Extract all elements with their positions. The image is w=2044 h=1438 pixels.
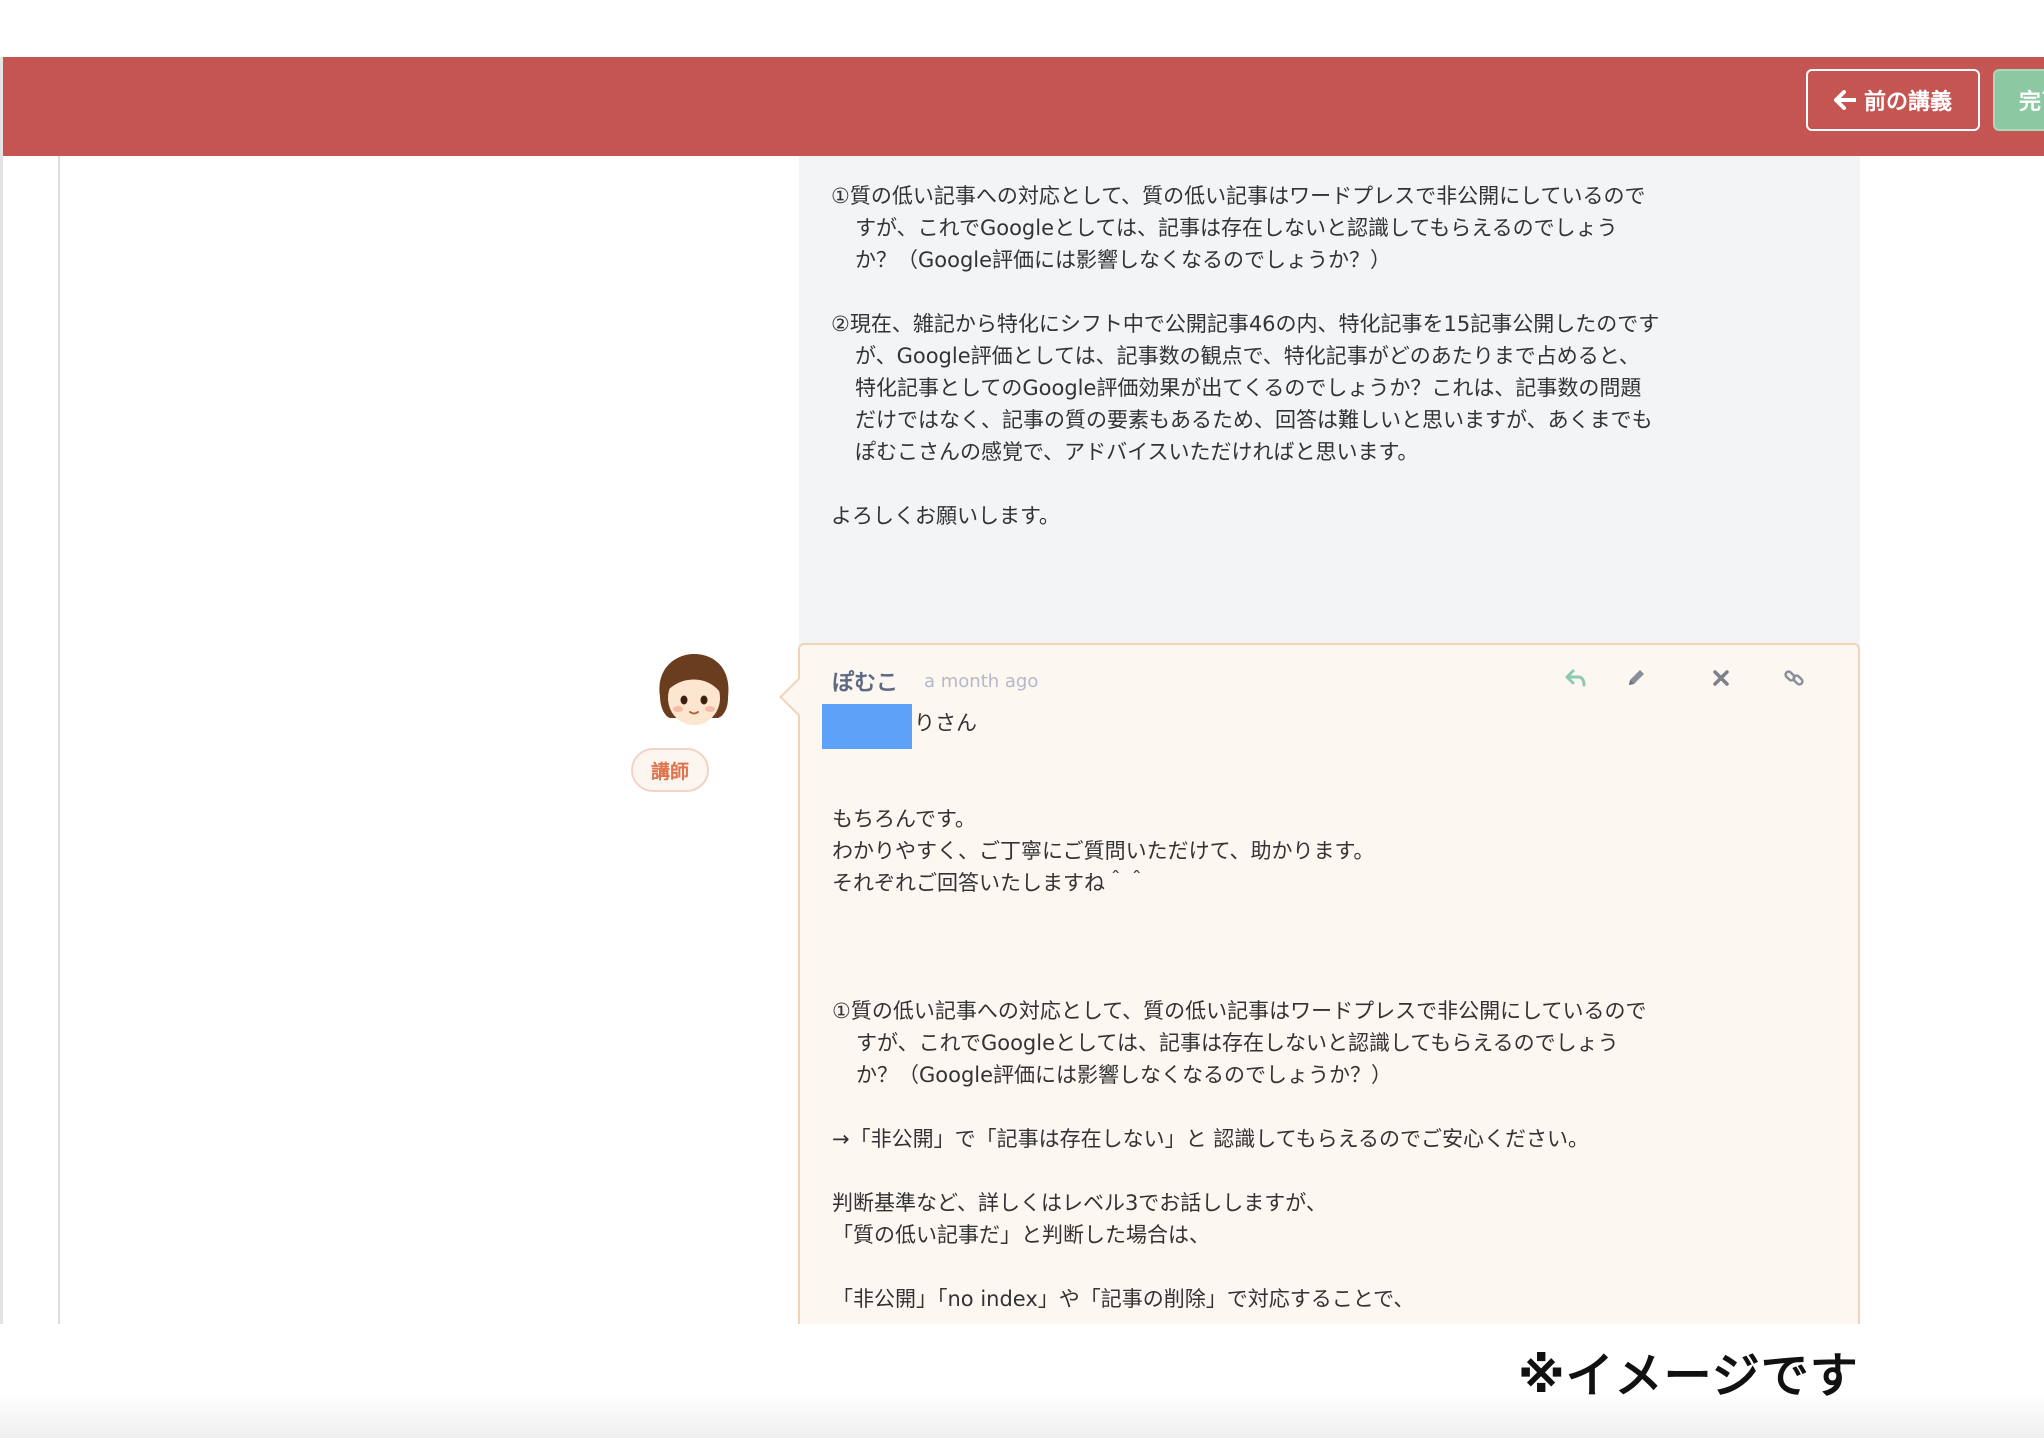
reply-comment-card: ぽむこ a month ago りさん もちろんです。わかりやすく、ご丁寧にご質… <box>779 643 1860 1324</box>
previous-comment-line: ②現在、雑記から特化にシフト中で公開記事46の内、特化記事を15記事公開したので… <box>831 312 1660 336</box>
instructor-badge: 講師 <box>631 748 709 792</box>
previous-comment-line: よろしくお願いします。 <box>831 504 1060 528</box>
reply-comment-line: もちろんです。 <box>832 807 976 831</box>
reply-icon[interactable] <box>1560 663 1590 693</box>
reply-comment-line <box>832 931 1812 963</box>
reply-comment-line <box>832 1091 1812 1123</box>
close-icon[interactable] <box>1706 663 1736 693</box>
top-navigation-bar: 前の講義 完了 <box>0 57 2044 156</box>
comment-timestamp: a month ago <box>924 671 1039 692</box>
previous-comment-line <box>831 156 1811 180</box>
reply-comment-line: わかりやすく、ご丁寧にご質問いただけて、助かります。 <box>832 839 1375 863</box>
previous-lecture-label: 前の講義 <box>1863 89 1952 114</box>
redacted-name <box>822 704 912 749</box>
previous-comment-line: すが、これでGoogleとしては、記事は存在しないと認識してもらえるのでしょう <box>855 216 1618 240</box>
previous-comment-line: 特化記事としてのGoogle評価効果が出てくるのでしょうか？これは、記事数の問題 <box>855 376 1642 400</box>
reply-comment-line <box>832 1251 1812 1283</box>
reply-comment-line: すが、これでGoogleとしては、記事は存在しないと認識してもらえるのでしょう <box>856 1031 1619 1055</box>
reply-comment-line: →「非公開」で「記事は存在しない」と 認識してもらえるのでご安心ください。 <box>832 1127 1589 1151</box>
reply-comment-line: ①質の低い記事への対応として、質の低い記事はワードプレスで非公開にしているので <box>832 999 1647 1023</box>
greeting-suffix: りさん <box>914 711 977 735</box>
previous-comment-line <box>831 468 1811 500</box>
previous-comment-body: ますか？①質の低い記事への対応として、質の低い記事はワードプレスで非公開にしてい… <box>831 156 1811 532</box>
comment-thread: ますか？①質の低い記事への対応として、質の低い記事はワードプレスで非公開にしてい… <box>0 156 2044 1324</box>
reply-comment-line: 判断基準など、詳しくはレベル3でお話ししますが、 <box>832 1191 1327 1215</box>
complete-button-label: 完了 <box>2019 89 2044 114</box>
instructor-avatar <box>659 654 729 725</box>
reply-comment-line <box>832 1155 1812 1187</box>
comment-author[interactable]: ぽむこ <box>832 665 898 697</box>
thread-line <box>58 156 60 1324</box>
reply-comment-body: もちろんです。わかりやすく、ご丁寧にご質問いただけて、助かります。 それぞれご回答… <box>832 803 1812 1315</box>
previous-comment-line: が、Google評価としては、記事数の観点で、特化記事がどのあたりまで占めると、 <box>855 344 1640 368</box>
complete-button[interactable]: 完了 <box>1993 69 2044 131</box>
previous-comment-line: か？（Google評価には影響しなくなるのでしょうか？） <box>855 248 1392 272</box>
previous-comment-line <box>831 276 1811 308</box>
arrow-left-icon <box>1833 90 1856 110</box>
reply-comment-line: それぞれご回答いたしますね＾＾ <box>832 871 1147 895</box>
left-edge-divider <box>0 156 3 1324</box>
reply-comment-line: 「質の低い記事だ」と判断した場合は、 <box>832 1223 1210 1247</box>
comment-actions <box>1560 663 1840 693</box>
speech-pointer <box>779 677 819 717</box>
reply-comment-line: か？（Google評価には影響しなくなるのでしょうか？） <box>856 1063 1393 1087</box>
reply-comment-line <box>832 963 1812 995</box>
reply-comment-line <box>832 899 1812 931</box>
pencil-icon[interactable] <box>1621 663 1651 693</box>
previous-lecture-button[interactable]: 前の講義 <box>1806 69 1980 131</box>
previous-comment-line: だけではなく、記事の質の要素もあるため、回答は難しいと思いますが、あくまでも <box>855 408 1653 432</box>
previous-comment-line: ぽむこさんの感覚で、アドバイスいただければと思います。 <box>855 440 1419 464</box>
reply-comment-line: 「非公開」「no index」や「記事の削除」で対応することで、 <box>832 1287 1415 1311</box>
image-note: ※イメージです <box>1518 1348 1859 1404</box>
link-icon[interactable] <box>1779 663 1809 693</box>
previous-comment-line: ①質の低い記事への対応として、質の低い記事はワードプレスで非公開にしているので <box>831 184 1646 208</box>
